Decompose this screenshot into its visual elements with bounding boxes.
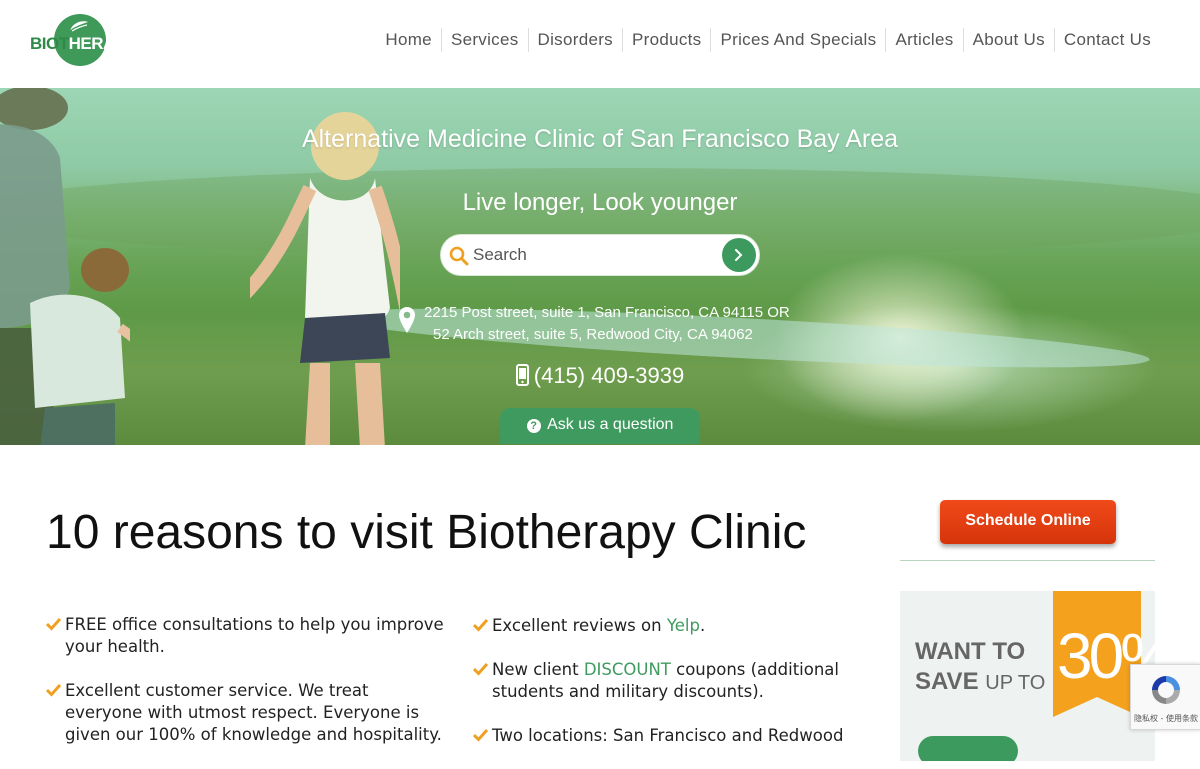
address-line-1: 2215 Post street, suite 1, San Francisco… (424, 304, 790, 321)
nav-contact-us[interactable]: Contact Us (1053, 28, 1160, 52)
recaptcha-terms[interactable]: 隐私权 - 使用条款 (1134, 713, 1198, 724)
reason-text-end: . (699, 616, 706, 635)
reason-text: New client (492, 660, 584, 679)
reasons-list-right: Excellent reviews on Yelp. New client DI… (473, 615, 853, 769)
reason-text: FREE office consultations to help you im… (65, 615, 444, 656)
main-navigation: Home Services Disorders Products Prices … (376, 28, 1160, 52)
reason-text: Excellent reviews on (492, 616, 667, 635)
nav-articles[interactable]: Articles (885, 28, 962, 52)
recaptcha-icon (1152, 676, 1180, 704)
logo-text-a: BIOT (30, 34, 69, 53)
site-header: BIOTHERAPY Home Services Disorders Produ… (0, 0, 1200, 88)
phone-number-text: (415) 409-3939 (533, 363, 685, 388)
list-item: Excellent customer service. We treat eve… (46, 680, 446, 746)
reasons-list-left: FREE office consultations to help you im… (46, 614, 446, 768)
list-item: Two locations: San Francisco and Redwood (473, 725, 853, 747)
logo-text-b: HERAPY (68, 34, 137, 53)
hero-banner: Alternative Medicine Clinic of San Franc… (0, 88, 1200, 445)
nav-prices-and-specials[interactable]: Prices And Specials (710, 28, 885, 52)
nav-services[interactable]: Services (440, 28, 528, 52)
list-item: FREE office consultations to help you im… (46, 614, 446, 658)
promo-upto: UP TO (985, 672, 1046, 694)
question-circle-icon: ? (526, 419, 541, 433)
nav-about-us[interactable]: About Us (962, 28, 1054, 52)
sidebar-divider (900, 560, 1155, 561)
check-icon (46, 683, 61, 697)
hero-photo-child (30, 248, 130, 445)
nav-home[interactable]: Home (376, 28, 441, 52)
list-item: Excellent reviews on Yelp. (473, 615, 853, 637)
logo-wordmark: BIOTHERAPY (30, 34, 137, 54)
address-line-2: 52 Arch street, suite 5, Redwood City, C… (433, 326, 753, 343)
recaptcha-badge[interactable]: 隐私权 - 使用条款 (1130, 664, 1200, 730)
promo-banner[interactable]: 30% WANT TO SAVE UP TO (900, 591, 1155, 761)
reason-text: Two locations: San Francisco and Redwood (492, 726, 844, 745)
map-pin-icon (399, 307, 415, 333)
promo-text: WANT TO SAVE UP TO (915, 637, 1045, 698)
discount-link[interactable]: DISCOUNT (584, 660, 671, 679)
hero-subtitle: Live longer, Look younger (462, 189, 738, 216)
ask-question-label: Ask us a question (547, 416, 674, 433)
ask-question-button[interactable]: ? Ask us a question (500, 408, 700, 444)
search-icon (449, 246, 469, 266)
search-bar[interactable]: Search (440, 234, 760, 276)
nav-products[interactable]: Products (621, 28, 711, 52)
arrow-right-icon (735, 249, 743, 261)
search-input[interactable]: Search (473, 245, 527, 265)
check-icon (473, 618, 488, 632)
promo-save: SAVE (915, 668, 979, 695)
list-item: New client DISCOUNT coupons (additional … (473, 659, 853, 703)
biotherapy-logo[interactable]: BIOTHERAPY (30, 14, 137, 68)
page-title: 10 reasons to visit Biotherapy Clinic (46, 506, 807, 559)
check-icon (46, 617, 61, 631)
leaf-icon (70, 21, 88, 32)
search-submit-button[interactable] (722, 238, 756, 272)
check-icon (473, 662, 488, 676)
mobile-phone-icon (515, 364, 529, 386)
hero-photo-mother (250, 112, 400, 445)
reason-text: Excellent customer service. We treat eve… (65, 681, 442, 744)
promo-want: WANT TO (915, 638, 1026, 665)
nav-disorders[interactable]: Disorders (527, 28, 622, 52)
yelp-link[interactable]: Yelp (667, 616, 700, 635)
phone-number[interactable]: (415) 409-3939 (500, 363, 700, 389)
schedule-online-button[interactable]: Schedule Online (940, 500, 1116, 544)
hero-title: Alternative Medicine Clinic of San Franc… (301, 125, 899, 153)
